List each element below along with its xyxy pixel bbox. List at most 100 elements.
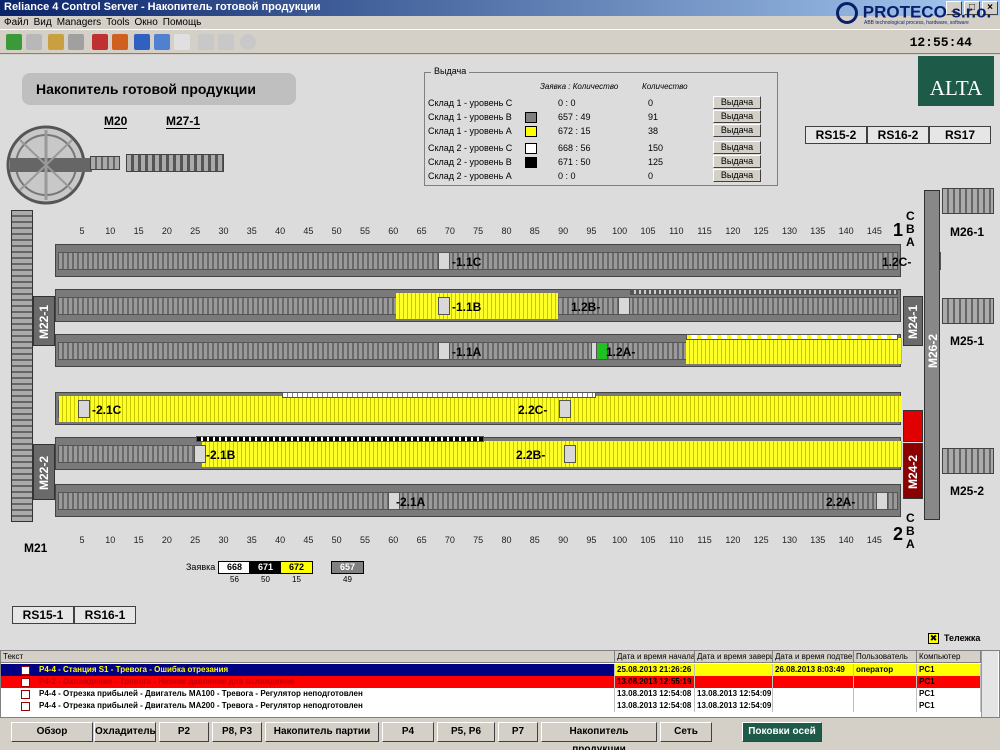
m25-1-conveyor[interactable] xyxy=(942,298,994,324)
scale-tick-label: 10 xyxy=(105,535,116,545)
menu-view[interactable]: Вид xyxy=(34,17,52,28)
order-code-box[interactable]: 672 xyxy=(280,561,313,574)
menu-managers[interactable]: Managers xyxy=(57,17,101,28)
scale-tick-label: 85 xyxy=(529,535,540,545)
issue-button[interactable]: Выдача xyxy=(713,141,761,154)
m20-turntable-icon[interactable] xyxy=(6,120,96,210)
alarm-ack-icon[interactable] xyxy=(112,34,128,50)
scale-tick-label: 70 xyxy=(444,226,455,236)
nav-button[interactable]: P2 xyxy=(159,722,209,742)
scale-tick-label: 25 xyxy=(190,535,201,545)
rs15-1-button[interactable]: RS15-1 xyxy=(12,606,74,624)
m21-conveyor[interactable] xyxy=(11,210,33,522)
lane-cart[interactable] xyxy=(618,297,630,315)
store2-number: 2 xyxy=(893,524,904,544)
m27-conveyor[interactable] xyxy=(126,154,224,172)
issue-button[interactable]: Выдача xyxy=(713,169,761,182)
lane-cart[interactable] xyxy=(876,492,888,510)
rs16-1-button[interactable]: RS16-1 xyxy=(74,606,136,624)
m24-1-label: M24-1 xyxy=(906,305,920,340)
m25-2-label: M25-2 xyxy=(950,484,985,498)
help-icon[interactable] xyxy=(240,34,256,50)
alarm-state-icon xyxy=(21,690,30,699)
m20-label: M20 xyxy=(104,114,128,129)
order-code-box[interactable]: 668 xyxy=(218,561,251,574)
user-icon[interactable] xyxy=(48,34,64,50)
level-color-swatch xyxy=(525,126,537,137)
nav-button[interactable]: P4 xyxy=(382,722,434,742)
alarm-row[interactable]: P4-4 - Отрезка прибылей - Двигатель MA10… xyxy=(1,688,981,700)
alarm-table-scrollbar[interactable] xyxy=(981,651,998,717)
alarm-column-header[interactable]: Текст xyxy=(1,651,615,663)
alarm-column-header[interactable]: Пользователь xyxy=(854,651,917,663)
lane-cart[interactable] xyxy=(438,252,450,270)
lane-cart[interactable] xyxy=(559,400,571,418)
issue-button[interactable]: Выдача xyxy=(713,96,761,109)
order-code-box[interactable]: 671 xyxy=(249,561,282,574)
nav-button[interactable]: Сеть xyxy=(660,722,712,742)
alarm-column-header[interactable]: Дата и время начала xyxy=(615,651,695,663)
alarm-cell-text: P4-4 - Станция S1 - Тревога - Ошибка отр… xyxy=(1,664,615,676)
m22-1-transfer[interactable]: M22-1 xyxy=(33,296,55,346)
rs16-2-button[interactable]: RS16-2 xyxy=(867,126,929,144)
menu-tools[interactable]: Tools xyxy=(106,17,129,28)
issue-button[interactable]: Выдача xyxy=(713,124,761,137)
issue-button[interactable]: Выдача xyxy=(713,110,761,123)
rs17-button[interactable]: RS17 xyxy=(929,126,991,144)
m26-2-label: M26-2 xyxy=(926,334,940,369)
document-icon[interactable] xyxy=(174,34,190,50)
alarm-column-header[interactable]: Компьютер xyxy=(917,651,981,663)
m22-2-transfer[interactable]: M22-2 xyxy=(33,444,55,500)
m24-2-transfer[interactable]: M24-2 xyxy=(903,443,923,499)
alarm-row[interactable]: P4-2 - Охлаждение - Тревога - Низкое дав… xyxy=(1,676,981,688)
lane-cart[interactable] xyxy=(564,445,576,463)
scale-tick-label: 40 xyxy=(275,535,286,545)
lane-cart[interactable] xyxy=(78,400,90,418)
nav-button[interactable]: Накопитель партии xyxy=(265,722,379,742)
marker-row-1b xyxy=(630,289,898,295)
alarm-cell-text: P4-2 - Охлаждение - Тревога - Низкое дав… xyxy=(1,676,615,688)
edit-icon[interactable] xyxy=(198,34,214,50)
issue-row-count: 0 xyxy=(648,171,654,181)
m26-1-conveyor[interactable] xyxy=(942,188,994,214)
nav-button[interactable]: Охладитель xyxy=(94,722,156,742)
print-icon[interactable] xyxy=(218,34,234,50)
report-icon[interactable] xyxy=(154,34,170,50)
nav-button[interactable]: P5, P6 xyxy=(437,722,495,742)
order-code-box[interactable]: 657 xyxy=(331,561,364,574)
order-count: 50 xyxy=(261,575,270,584)
scale-tick-label: 25 xyxy=(190,226,201,236)
nav-button[interactable]: Поковки осей xyxy=(742,722,822,742)
nav-button[interactable]: P8, P3 xyxy=(212,722,262,742)
alarm-row[interactable]: P4-4 - Отрезка прибылей - Двигатель MA20… xyxy=(1,700,981,712)
lane-cart[interactable] xyxy=(438,342,450,360)
menu-window[interactable]: Окно xyxy=(135,17,158,28)
nav-button[interactable]: Накопитель продукции xyxy=(541,722,657,750)
orders-label: Заявка : xyxy=(186,562,221,572)
menu-file[interactable]: Файл xyxy=(4,17,29,28)
level-color-swatch xyxy=(525,143,537,154)
back-icon[interactable] xyxy=(6,34,22,50)
nav-button[interactable]: P7 xyxy=(498,722,538,742)
menu-help[interactable]: Помощь xyxy=(163,17,202,28)
nav-button[interactable]: Обзор xyxy=(11,722,93,742)
alarm-column-header[interactable]: Дата и время подтвер xyxy=(773,651,854,663)
store1-levels: CBA xyxy=(906,209,915,249)
m26-2-transfer[interactable]: M26-2 xyxy=(924,190,940,520)
scale-tick-label: 115 xyxy=(697,226,712,236)
storage-lane[interactable]: -2.1A 2.2A- xyxy=(55,484,901,517)
m25-2-conveyor[interactable] xyxy=(942,448,994,474)
issue-button[interactable]: Выдача xyxy=(713,155,761,168)
lane-right-label: 2.2C- xyxy=(518,403,548,417)
storage-lane[interactable]: -1.1C 1.2C- xyxy=(55,244,941,277)
page-icon[interactable] xyxy=(26,34,42,50)
chart-icon[interactable] xyxy=(134,34,150,50)
alarm-icon[interactable] xyxy=(92,34,108,50)
lane-cart[interactable] xyxy=(194,445,206,463)
alarm-row[interactable]: P4-4 - Станция S1 - Тревога - Ошибка отр… xyxy=(1,664,981,676)
users-icon[interactable] xyxy=(68,34,84,50)
rs15-2-button[interactable]: RS15-2 xyxy=(805,126,867,144)
lane-cart[interactable] xyxy=(438,297,450,315)
alarm-column-header[interactable]: Дата и время заверш xyxy=(695,651,773,663)
m24-1-transfer[interactable]: M24-1 xyxy=(903,296,923,346)
